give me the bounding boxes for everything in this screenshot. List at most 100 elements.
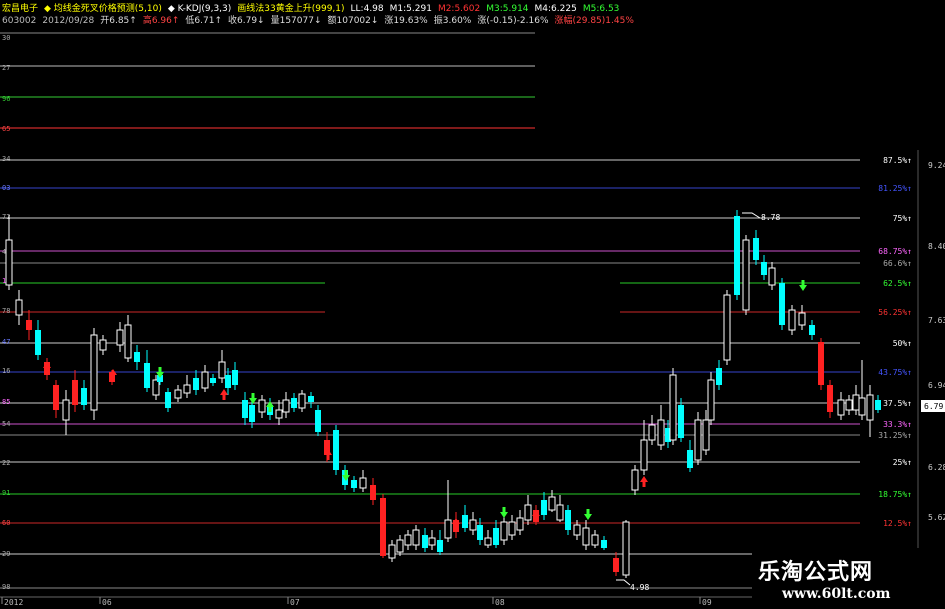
- left-axis-label: 27: [2, 64, 10, 72]
- candle-body: [582, 527, 590, 546]
- sell-arrow-icon: [249, 393, 257, 404]
- kline-chart[interactable]: 87.5%↑ 81.25%↑ 75%↑ 68.75%↑ 66.6%↑ 62.5%↑ 56.2…: [0, 0, 945, 609]
- quote-item: 603002: [2, 16, 37, 26]
- fib-level-label: 75%↑: [893, 214, 912, 223]
- candle-body: [524, 504, 532, 521]
- quote-item: 额107002↓: [327, 16, 379, 26]
- candle-body: [444, 519, 452, 539]
- fib-level-label: 25%↑: [893, 458, 912, 467]
- candle-body: [437, 540, 443, 552]
- candle-body: [640, 439, 648, 471]
- candle-body: [201, 371, 209, 389]
- candle-body: [298, 393, 306, 409]
- left-axis-label: 16: [2, 367, 10, 375]
- candle-body: [232, 370, 238, 385]
- candle-body: [716, 368, 722, 385]
- candle-body: [428, 537, 436, 546]
- candle-body: [291, 398, 297, 408]
- left-axis-label: 85: [2, 398, 10, 406]
- candle-body: [144, 363, 150, 388]
- candle-body: [380, 498, 386, 556]
- left-axis-label: 34: [2, 155, 10, 163]
- candle-body: [601, 540, 607, 548]
- fib-level-label: 81.25%↑: [878, 184, 912, 193]
- sell-arrow-icon: [500, 507, 508, 518]
- price-axis-label: 6.94: [928, 381, 945, 390]
- watermark: 乐淘公式网 www.60lt.com: [752, 548, 945, 609]
- left-axis-label: 65: [2, 125, 10, 133]
- candle-body: [165, 392, 171, 408]
- current-price-label: 6.79: [924, 402, 943, 411]
- candle-body: [90, 334, 98, 411]
- candle-body: [152, 379, 160, 396]
- candle-body: [53, 385, 59, 410]
- quote-item: 高6.96↑: [142, 16, 180, 26]
- candle-body: [72, 380, 78, 405]
- left-axis-label: 98: [2, 583, 10, 591]
- candle-body: [99, 339, 107, 351]
- fib-level-label: 87.5%↑: [883, 156, 912, 165]
- candle-body: [809, 325, 815, 335]
- candle-body: [62, 399, 70, 421]
- quote-item: 量157077↓: [270, 16, 322, 26]
- candle-body: [622, 521, 630, 576]
- candle-body: [500, 521, 508, 541]
- candle-body: [484, 537, 492, 546]
- candle-body: [768, 267, 776, 286]
- fib-level-label: 33.3%↑: [883, 420, 912, 429]
- candle-body: [837, 399, 845, 416]
- candle-body: [308, 396, 314, 402]
- candle-body: [548, 496, 556, 511]
- candle-body: [657, 419, 665, 446]
- candle-body: [669, 374, 677, 441]
- candle-body: [516, 517, 524, 531]
- candle-body: [798, 312, 806, 326]
- time-axis-label: 07: [290, 598, 300, 607]
- price-axis-label: 6.28: [928, 463, 945, 472]
- candle-body: [687, 450, 693, 468]
- candle-body: [81, 388, 87, 405]
- candle-body: [134, 352, 140, 362]
- candle-body: [258, 399, 266, 413]
- candle-body: [734, 216, 740, 295]
- left-axis-label: 96: [2, 95, 10, 103]
- candle-body: [469, 519, 477, 531]
- left-axis-label: 91: [2, 489, 10, 497]
- watermark-url: www.60lt.com: [782, 586, 891, 602]
- candle-body: [15, 299, 23, 316]
- candle-body: [193, 378, 199, 390]
- time-axis-label: 2012: [4, 598, 23, 607]
- candle-body: [818, 342, 824, 385]
- quote-item: 收6.79↓: [228, 16, 265, 26]
- quote-item: 涨(-0.15)-2.16%: [477, 16, 549, 26]
- fib-level-label: 50%↑: [893, 339, 912, 348]
- price-axis-label: 8.40: [928, 242, 945, 251]
- quote-item: 涨幅(29.85)1.45%: [554, 16, 634, 26]
- price-axis-label: 9.24: [928, 161, 945, 170]
- price-axis-label: 5.62: [928, 513, 945, 522]
- candle-body: [845, 399, 853, 411]
- candle-body: [707, 379, 715, 421]
- left-axis-label: 47: [2, 338, 10, 346]
- fib-level-label: 62.5%↑: [883, 279, 912, 288]
- quote-header: 603002 2012/09/28 开6.85↑ 高6.96↑ 低6.71↑ 收6.79↓…: [2, 13, 640, 26]
- candle-body: [249, 405, 255, 422]
- left-axis-label: 78: [2, 307, 10, 315]
- candle-body: [35, 330, 41, 355]
- quote-item: 振3.60%: [433, 16, 472, 26]
- candle-body: [866, 394, 874, 421]
- candle-body: [359, 477, 367, 489]
- price-axis-label: 7.63: [928, 316, 945, 325]
- quote-item: 低6.71↑: [185, 16, 223, 26]
- fib-level-label: 37.5%↑: [883, 399, 912, 408]
- candle-body: [351, 480, 357, 488]
- left-axis-label: 03: [2, 184, 10, 192]
- low-annotation: 4.98: [630, 583, 649, 592]
- candle-body: [541, 500, 547, 515]
- fib-level-label: 56.25%↑: [878, 308, 912, 317]
- time-axis-label: 08: [495, 598, 505, 607]
- candle-body: [388, 544, 396, 559]
- high-marker: [742, 212, 761, 219]
- candle-body: [591, 534, 599, 546]
- candle-body: [858, 397, 866, 416]
